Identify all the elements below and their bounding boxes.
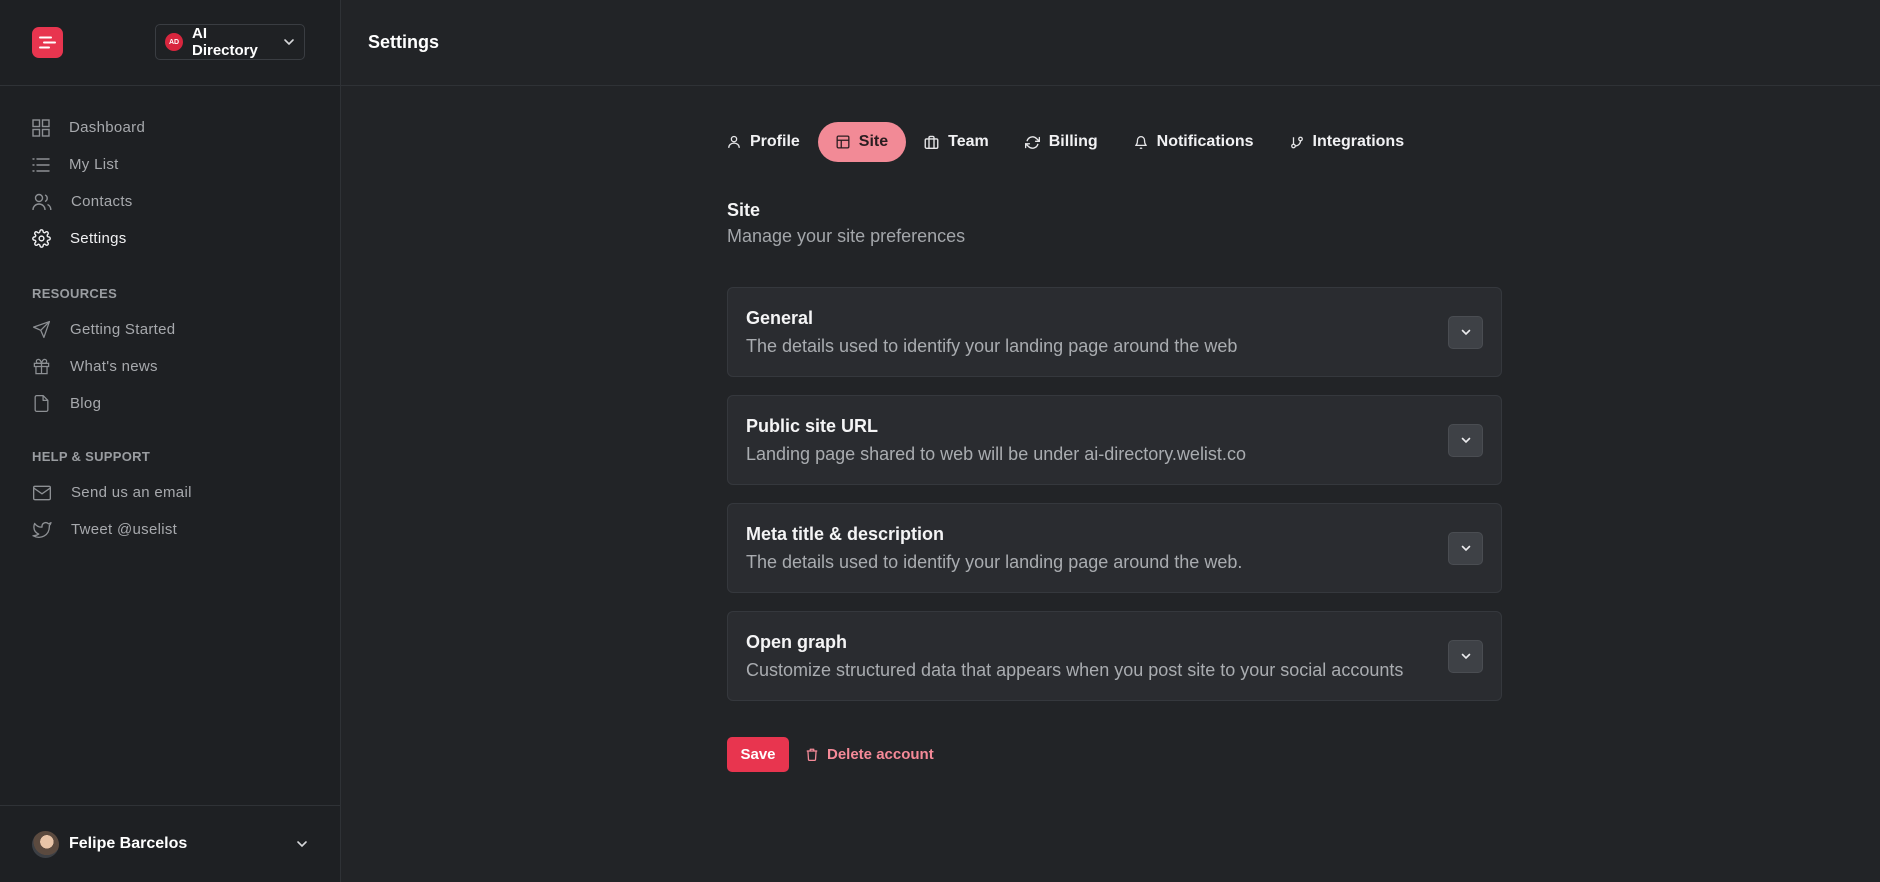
sidebar-item-label: My List: [69, 156, 119, 173]
sidebar-item-label: Blog: [70, 395, 102, 412]
grid-icon: [32, 118, 50, 137]
card-title: Public site URL: [746, 416, 879, 436]
user-name: Felipe Barcelos: [69, 835, 188, 852]
expand-button[interactable]: [1448, 532, 1483, 565]
sidebar-item-blog[interactable]: Blog: [0, 385, 340, 422]
tab-label: Team: [948, 133, 989, 150]
delete-label: Delete account: [827, 746, 934, 763]
settings-content: Profile Site Team Billing Notifications …: [727, 122, 1502, 772]
card-description: Customize structured data that appears w…: [746, 660, 1404, 680]
section-subtitle: Manage your site preferences: [727, 226, 966, 246]
form-actions: Save Delete account: [727, 737, 1502, 772]
avatar: [32, 830, 59, 858]
sidebar-item-my-list[interactable]: My List: [0, 146, 340, 183]
sidebar-item-dashboard[interactable]: Dashboard: [0, 109, 340, 146]
section-header: Site Manage your site preferences: [727, 200, 1502, 247]
send-icon: [32, 320, 51, 339]
card-title: General: [746, 308, 814, 328]
workspace-name: AI Directory: [192, 25, 258, 59]
mail-icon: [33, 485, 51, 500]
support-heading: HELP & SUPPORT: [32, 448, 151, 464]
sidebar-item-settings[interactable]: Settings: [0, 220, 340, 257]
card-description: The details used to identify your landin…: [746, 552, 1243, 572]
tab-notifications[interactable]: Notifications: [1116, 122, 1272, 162]
expand-button[interactable]: [1448, 316, 1483, 349]
bell-icon: [1134, 135, 1147, 149]
gear-icon: [32, 229, 51, 248]
expand-button[interactable]: [1448, 640, 1483, 673]
card-title: Meta title & description: [746, 524, 945, 544]
card-description: Landing page shared to web will be under…: [746, 444, 1246, 464]
tab-integrations[interactable]: Integrations: [1272, 122, 1423, 162]
sidebar: AD AI Directory Dashboard My List Contac…: [0, 0, 341, 882]
sidebar-item-label: Tweet @uselist: [71, 521, 178, 538]
tab-label: Billing: [1048, 133, 1098, 150]
tab-label: Site: [858, 133, 889, 150]
gift-icon: [33, 358, 50, 375]
tab-profile[interactable]: Profile: [727, 122, 818, 162]
card-description: The details used to identify your landin…: [746, 336, 1238, 356]
sidebar-top: AD AI Directory: [0, 0, 340, 86]
chevron-down-icon: [297, 841, 307, 848]
card-public-site-url[interactable]: Public site URL Landing page shared to w…: [727, 395, 1502, 485]
save-button[interactable]: Save: [727, 737, 789, 772]
workspace-badge: AD: [165, 33, 183, 51]
card-meta-title[interactable]: Meta title & description The details use…: [727, 503, 1502, 593]
expand-button[interactable]: [1448, 424, 1483, 457]
git-branch-icon: [1290, 136, 1303, 148]
chevron-down-icon: [1461, 545, 1470, 552]
settings-cards: General The details used to identify you…: [727, 287, 1502, 701]
twitter-icon: [32, 521, 52, 538]
sidebar-item-label: Send us an email: [71, 484, 192, 501]
layout-icon: [836, 135, 850, 149]
tab-label: Notifications: [1156, 133, 1254, 150]
section-title: Site: [727, 200, 761, 220]
page-title: Settings: [368, 32, 440, 52]
tab-label: Integrations: [1312, 133, 1405, 150]
top-header: Settings: [341, 0, 1880, 86]
chevron-down-icon: [1461, 329, 1470, 336]
sidebar-item-label: Dashboard: [69, 119, 146, 136]
resources-heading: RESOURCES: [32, 285, 118, 301]
users-icon: [32, 193, 52, 210]
trash-icon: [806, 748, 818, 761]
user-menu[interactable]: Felipe Barcelos: [0, 805, 340, 882]
user-icon: [728, 135, 740, 148]
card-open-graph[interactable]: Open graph Customize structured data tha…: [727, 611, 1502, 701]
briefcase-icon: [924, 135, 939, 149]
sidebar-item-label: Settings: [70, 230, 127, 247]
sidebar-item-send-email[interactable]: Send us an email: [0, 474, 340, 511]
tab-site[interactable]: Site: [817, 122, 907, 162]
tab-billing[interactable]: Billing: [1007, 122, 1116, 162]
sidebar-item-label: Getting Started: [70, 321, 176, 338]
menu-logo-icon[interactable]: [32, 27, 63, 58]
sidebar-item-whats-news[interactable]: What's news: [0, 348, 340, 385]
sidebar-item-getting-started[interactable]: Getting Started: [0, 311, 340, 348]
sidebar-item-label: What's news: [70, 358, 158, 375]
card-title: Open graph: [746, 632, 848, 652]
card-general[interactable]: General The details used to identify you…: [727, 287, 1502, 377]
main-nav: Dashboard My List Contacts Settings RESO…: [0, 86, 340, 548]
chevron-down-icon: [1461, 653, 1470, 660]
sidebar-item-contacts[interactable]: Contacts: [0, 183, 340, 220]
sidebar-item-tweet[interactable]: Tweet @uselist: [0, 511, 340, 548]
list-icon: [32, 157, 50, 172]
refresh-icon: [1024, 135, 1040, 149]
delete-account-button[interactable]: Delete account: [805, 746, 934, 763]
tab-label: Profile: [750, 133, 800, 150]
tab-team[interactable]: Team: [906, 122, 1007, 162]
chevron-down-icon: [284, 39, 294, 46]
chevron-down-icon: [1461, 437, 1470, 444]
file-icon: [34, 394, 49, 413]
sidebar-item-label: Contacts: [71, 193, 133, 210]
settings-tabs: Profile Site Team Billing Notifications …: [727, 122, 1502, 162]
workspace-switcher[interactable]: AD AI Directory: [155, 24, 305, 60]
